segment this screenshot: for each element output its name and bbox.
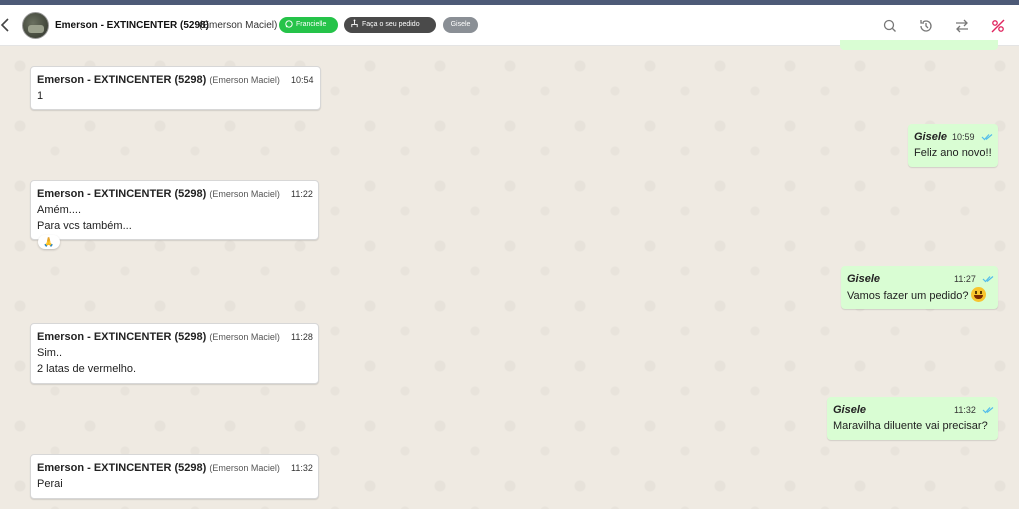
back-icon[interactable] (0, 16, 12, 34)
whatsapp-icon (285, 20, 293, 28)
transfer-icon[interactable] (954, 18, 970, 34)
message-reaction[interactable]: 🙏 (38, 235, 60, 249)
read-receipt-icon (982, 276, 994, 283)
message-sender: Emerson - EXTINCENTER (5298) (Emerson Mac… (37, 462, 280, 474)
previous-message-fragment (840, 40, 998, 50)
message-sender: Emerson - EXTINCENTER (5298) (Emerson Mac… (37, 331, 280, 343)
message-text: 1 (37, 90, 44, 102)
message-bubble[interactable]: Gisele 11:27 Vamos fazer um pedido? (841, 266, 998, 309)
message-time: 10:54 (291, 75, 314, 85)
message-sender: Emerson - EXTINCENTER (5298) (Emerson Mac… (37, 74, 280, 86)
close-ticket-icon[interactable] (990, 18, 1006, 34)
message-text: Feliz ano novo!! (914, 147, 992, 159)
message-bubble[interactable]: Emerson - EXTINCENTER (5298) (Emerson Mac… (30, 323, 319, 384)
avatar[interactable] (22, 12, 49, 39)
search-icon[interactable] (882, 18, 898, 34)
message-bubble[interactable]: Emerson - EXTINCENTER (5298) (Emerson Mac… (30, 66, 321, 110)
message-text: Vamos fazer um pedido? (847, 287, 987, 304)
message-text: Perai (37, 478, 63, 490)
queue-label: Faça o seu pedido (362, 21, 420, 28)
history-icon[interactable] (918, 18, 934, 34)
message-text: Amém.... (37, 204, 82, 216)
message-time: 10:59 (952, 132, 975, 142)
chat-area[interactable]: Emerson - EXTINCENTER (5298) (Emerson Mac… (0, 40, 1019, 509)
message-sender: Gisele (847, 273, 881, 285)
message-time: 11:32 (291, 463, 313, 473)
contact-subtitle: (Emerson Maciel) (199, 20, 278, 31)
message-sender-sub: (Emerson Maciel) (209, 189, 280, 199)
message-sender-sub: (Emerson Maciel) (209, 75, 280, 85)
message-sender: Gisele (914, 131, 948, 143)
queue-pill[interactable]: Faça o seu pedido (344, 17, 436, 33)
message-text: Para vcs também... (37, 220, 132, 232)
message-sender: Emerson - EXTINCENTER (5298) (Emerson Mac… (37, 188, 280, 200)
message-text: Maravilha diluente vai precisar? (833, 420, 988, 432)
message-sender-sub: (Emerson Maciel) (209, 332, 280, 342)
message-bubble[interactable]: Gisele 10:59 Feliz ano novo!! (908, 124, 998, 167)
grinning-face-icon (971, 287, 987, 302)
message-sender: Gisele (833, 404, 867, 416)
message-sender-sub: (Emerson Maciel) (209, 463, 280, 473)
message-bubble[interactable]: Emerson - EXTINCENTER (5298) (Emerson Mac… (30, 180, 319, 240)
read-receipt-icon (981, 134, 993, 141)
message-text: Sim.. (37, 347, 63, 359)
message-bubble[interactable]: Gisele 11:32 Maravilha diluente vai prec… (827, 397, 998, 440)
connection-label: Francielle (296, 21, 327, 28)
message-time: 11:32 (954, 405, 976, 415)
message-time: 11:27 (954, 274, 976, 284)
agent-pill[interactable]: Gisele (443, 17, 478, 33)
queue-icon (351, 19, 358, 28)
read-receipt-icon (982, 407, 994, 414)
message-time: 11:28 (291, 332, 313, 342)
message-time: 11:22 (291, 189, 313, 199)
connection-pill[interactable]: Francielle (279, 17, 338, 33)
agent-label: Gisele (450, 21, 471, 28)
contact-name[interactable]: Emerson - EXTINCENTER (5298) (55, 20, 209, 31)
message-bubble[interactable]: Emerson - EXTINCENTER (5298) (Emerson Mac… (30, 454, 319, 499)
message-text: 2 latas de vermelho. (37, 363, 137, 375)
